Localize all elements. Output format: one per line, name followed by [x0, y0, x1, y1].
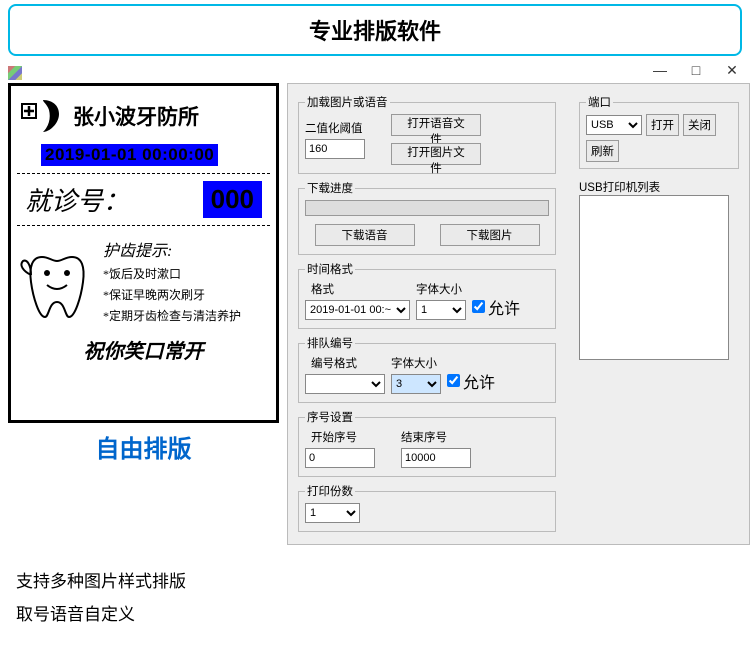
sequence-group: 序号设置 开始序号 结束序号 — [298, 409, 556, 477]
open-port-button[interactable]: 打开 — [646, 114, 679, 136]
maximize-icon[interactable]: □ — [687, 62, 705, 79]
start-seq-input[interactable] — [305, 448, 375, 468]
ticket-number-box: 000 — [203, 181, 262, 218]
feature-line: 取号语音自定义 — [16, 600, 734, 625]
window-controls: — □ ✕ — [651, 62, 741, 79]
divider — [17, 225, 270, 226]
end-seq-input[interactable] — [401, 448, 471, 468]
sequence-legend: 序号设置 — [305, 409, 355, 425]
tips-title: 护齿提示: — [103, 237, 241, 261]
tooth-plus-logo-icon — [19, 96, 65, 136]
ticket-preview: 张小波牙防所 2019-01-01 00:00:00 就诊号： 000 — [8, 83, 279, 423]
ticket-number: 000 — [211, 184, 254, 214]
settings-panel: — □ ✕ 加载图片或语音 二值化阈值 打开语音文件 打开图片文件 — [287, 83, 750, 545]
time-allow-input[interactable] — [472, 300, 485, 313]
app-icon — [8, 66, 22, 80]
threshold-label: 二值化阈值 — [305, 120, 365, 136]
download-image-button[interactable]: 下载图片 — [440, 224, 540, 246]
queue-legend: 排队编号 — [305, 335, 355, 351]
refresh-button[interactable]: 刷新 — [586, 140, 619, 162]
load-group: 加载图片或语音 二值化阈值 打开语音文件 打开图片文件 — [298, 94, 556, 174]
title-banner: 专业排版软件 — [8, 4, 742, 56]
load-group-legend: 加载图片或语音 — [305, 94, 390, 110]
feature-list: 支持多种图片样式排版 取号语音自定义 — [0, 545, 750, 647]
tip-line: *定期牙齿检查与清洁养护 — [103, 307, 241, 324]
queue-allow-input[interactable] — [447, 374, 460, 387]
free-layout-label: 自由排版 — [8, 423, 279, 470]
download-audio-button[interactable]: 下载语音 — [315, 224, 415, 246]
threshold-input[interactable] — [305, 139, 365, 159]
tip-line: *饭后及时漱口 — [103, 265, 241, 282]
clinic-name: 张小波牙防所 — [73, 101, 199, 131]
open-audio-button[interactable]: 打开语音文件 — [391, 114, 481, 136]
font-size-label: 字体大小 — [416, 281, 466, 297]
start-seq-label: 开始序号 — [311, 429, 375, 445]
close-icon[interactable]: ✕ — [723, 62, 741, 79]
ticket-label: 就诊号： — [25, 181, 129, 218]
port-legend: 端口 — [586, 94, 613, 110]
progress-group: 下载进度 下载语音 下载图片 — [298, 180, 556, 255]
queue-allow-checkbox[interactable]: 允许 — [447, 369, 495, 393]
tips-column: 护齿提示: *饭后及时漱口 *保证早晚两次刷牙 *定期牙齿检查与清洁养护 — [103, 237, 241, 329]
num-format-label: 编号格式 — [311, 355, 385, 371]
banner-title: 专业排版软件 — [18, 14, 732, 46]
queue-font-label: 字体大小 — [391, 355, 441, 371]
copies-group: 打印份数 1 — [298, 483, 556, 532]
close-port-button[interactable]: 关闭 — [683, 114, 716, 136]
format-label: 格式 — [311, 281, 410, 297]
port-group: 端口 USB 打开 关闭 刷新 — [579, 94, 739, 169]
timestamp: 2019-01-01 00:00:00 — [41, 144, 218, 166]
progress-bar — [305, 200, 549, 216]
port-select[interactable]: USB — [586, 115, 642, 135]
divider — [17, 173, 270, 174]
minimize-icon[interactable]: — — [651, 62, 669, 79]
time-font-select[interactable]: 1 — [416, 300, 466, 320]
preview-column: 张小波牙防所 2019-01-01 00:00:00 就诊号： 000 — [0, 83, 287, 545]
copies-legend: 打印份数 — [305, 483, 355, 499]
tooth-cartoon-icon — [17, 237, 97, 329]
queue-font-select[interactable]: 3 — [391, 374, 441, 394]
wish-text: 祝你笑口常开 — [11, 329, 276, 368]
feature-line: 支持多种图片样式排版 — [16, 567, 734, 592]
time-allow-checkbox[interactable]: 允许 — [472, 295, 520, 319]
printer-list-label: USB打印机列表 — [579, 179, 739, 195]
printer-list[interactable] — [579, 195, 729, 360]
tip-line: *保证早晚两次刷牙 — [103, 286, 241, 303]
num-format-select[interactable] — [305, 374, 385, 394]
time-format-group: 时间格式 格式 2019-01-01 00:~ 字体大小 1 允许 — [298, 261, 556, 329]
progress-legend: 下载进度 — [305, 180, 355, 196]
open-image-button[interactable]: 打开图片文件 — [391, 143, 481, 165]
end-seq-label: 结束序号 — [401, 429, 471, 445]
copies-select[interactable]: 1 — [305, 503, 360, 523]
time-format-legend: 时间格式 — [305, 261, 355, 277]
time-format-select[interactable]: 2019-01-01 00:~ — [305, 300, 410, 320]
queue-number-group: 排队编号 编号格式 字体大小 3 允许 — [298, 335, 556, 403]
